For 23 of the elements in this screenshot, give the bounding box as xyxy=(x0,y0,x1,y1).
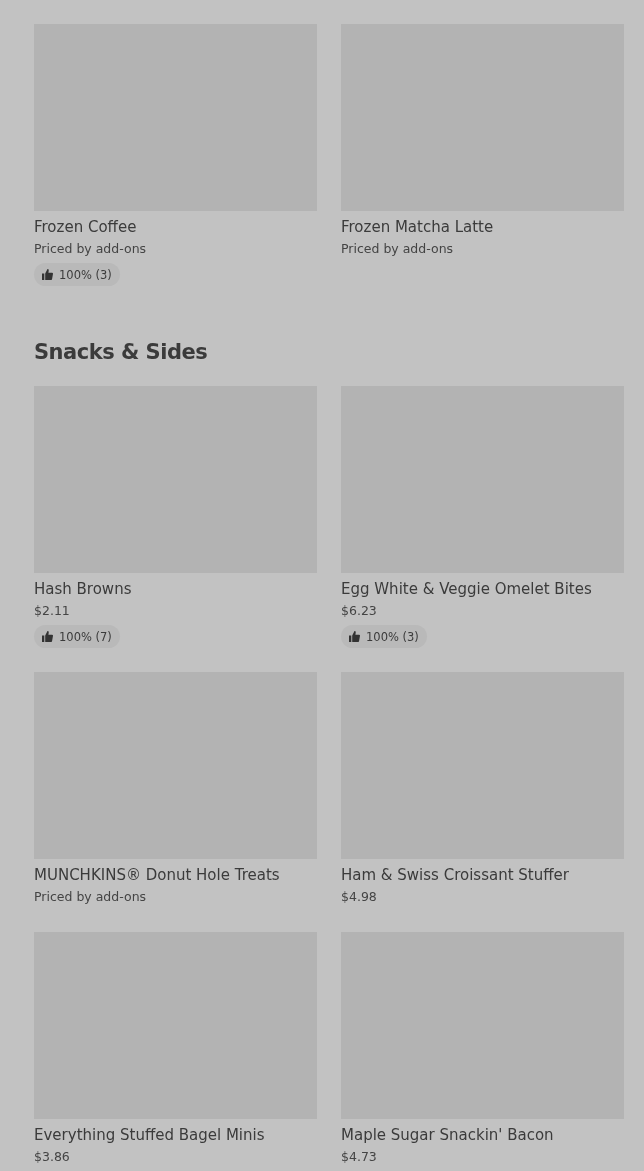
thumbs-up-icon xyxy=(42,269,53,280)
item-price: Priced by add-ons xyxy=(341,240,454,258)
item-price: $4.73 xyxy=(341,1148,377,1166)
item-name[interactable]: Egg White & Veggie Omelet Bites xyxy=(341,578,592,600)
item-name[interactable]: Maple Sugar Snackin' Bacon xyxy=(341,1124,554,1146)
rating-text: 100% (7) xyxy=(59,629,112,644)
item-price: $6.23 xyxy=(341,602,377,620)
item-name[interactable]: Everything Stuffed Bagel Minis xyxy=(34,1124,265,1146)
item-name[interactable]: Hash Browns xyxy=(34,578,132,600)
item-price: $4.98 xyxy=(341,888,377,906)
item-price: Priced by add-ons xyxy=(34,888,147,906)
section-heading: Snacks & Sides xyxy=(34,339,209,366)
rating-text: 100% (3) xyxy=(59,267,112,282)
item-name[interactable]: Frozen Coffee xyxy=(34,216,137,238)
item-price: $3.86 xyxy=(34,1148,70,1166)
item-price: $2.11 xyxy=(34,602,70,620)
item-name[interactable]: MUNCHKINS® Donut Hole Treats xyxy=(34,864,280,886)
item-price: Priced by add-ons xyxy=(34,240,147,258)
thumbs-up-icon xyxy=(42,631,53,642)
rating-text: 100% (3) xyxy=(366,629,419,644)
thumbs-up-icon xyxy=(349,631,360,642)
item-name[interactable]: Frozen Matcha Latte xyxy=(341,216,494,238)
item-name[interactable]: Ham & Swiss Croissant Stuffer xyxy=(341,864,569,886)
